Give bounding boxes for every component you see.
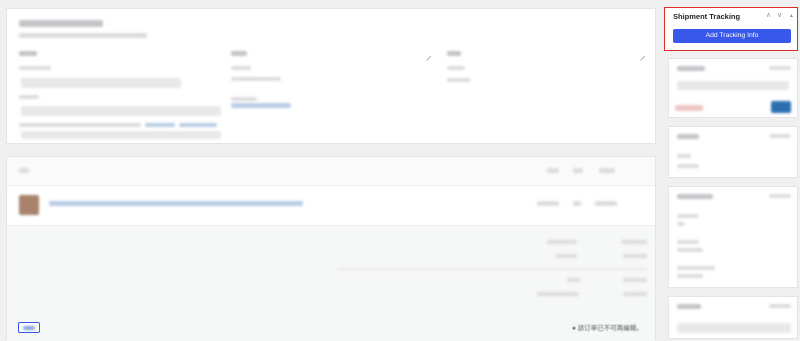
qty-column-header (573, 168, 583, 173)
product-thumbnail-icon (19, 195, 39, 215)
totals-divider (337, 268, 647, 270)
total-revenue-label (677, 240, 699, 244)
date-field[interactable] (21, 78, 181, 88)
box-controls[interactable] (769, 134, 791, 138)
billing-address-line1 (231, 66, 251, 70)
paid-value (623, 292, 647, 296)
view-orders-link[interactable] (179, 123, 217, 127)
order-title (19, 20, 103, 27)
customer-history-box (668, 186, 798, 288)
customer-select[interactable] (21, 131, 221, 139)
order-actions-heading (677, 66, 705, 71)
total-revenue-value (677, 248, 703, 252)
total-orders-label (677, 214, 699, 218)
order-notes-heading (677, 304, 701, 309)
total-column-header (599, 168, 615, 173)
product-qty (573, 201, 581, 206)
billing-email-label (231, 97, 257, 101)
item-column-header (19, 168, 29, 173)
order-meta (19, 33, 147, 38)
shipping-total-value (623, 254, 647, 258)
customer-profile-link[interactable] (145, 123, 175, 127)
billing-address-line2 (231, 77, 281, 81)
box-controls[interactable] (769, 194, 791, 198)
refund-button[interactable] (18, 322, 40, 333)
items-subtotal-label (547, 240, 577, 244)
shipping-total-label (555, 254, 577, 258)
average-order-label (677, 266, 715, 270)
shipping-address-line2 (447, 78, 471, 82)
average-order-value (677, 274, 703, 278)
add-tracking-info-button[interactable]: Add Tracking Info (673, 29, 791, 43)
items-header-row (7, 157, 655, 186)
order-actions-box (668, 58, 798, 118)
attribution-origin-label (677, 154, 691, 158)
shipment-tracking-box: Shipment Tracking ∧ ∨ ▲ Add Tracking Inf… (664, 7, 798, 51)
order-total-value (623, 278, 647, 282)
customer-history-heading (677, 194, 713, 199)
order-items-panel (6, 156, 656, 341)
order-note-item (677, 323, 791, 333)
order-action-select[interactable] (677, 81, 789, 90)
box-controls[interactable] (769, 304, 791, 308)
date-label (19, 66, 51, 70)
box-controls[interactable] (769, 66, 791, 70)
billing-email-link[interactable] (231, 103, 291, 108)
shipping-address-line1 (447, 66, 465, 70)
move-down-icon[interactable]: ∨ (777, 11, 782, 21)
status-label (19, 95, 39, 99)
paid-label (537, 292, 579, 296)
billing-heading (231, 51, 247, 56)
customer-label (19, 123, 141, 127)
product-total (595, 201, 617, 206)
items-subtotal-value (621, 240, 647, 244)
order-not-editable-note: ● 該订单已不可再编辑。 (572, 325, 643, 332)
shipment-tracking-title: Shipment Tracking (673, 12, 741, 21)
table-row (7, 187, 655, 223)
order-total-label (567, 278, 581, 282)
cost-column-header (547, 168, 559, 173)
product-name-link[interactable] (49, 201, 303, 206)
update-button[interactable] (771, 101, 791, 113)
general-heading (19, 51, 37, 56)
shipping-heading (447, 51, 461, 56)
status-select[interactable] (21, 106, 221, 116)
order-totals (7, 225, 655, 341)
total-orders-value (677, 222, 685, 226)
collapse-toggle-icon[interactable]: ▲ (789, 11, 794, 21)
pencil-icon[interactable] (425, 49, 433, 61)
attribution-origin-value (677, 164, 699, 168)
attribution-heading (677, 134, 699, 139)
order-attribution-box (668, 126, 798, 178)
order-notes-box (668, 296, 798, 339)
pencil-icon[interactable] (639, 49, 647, 61)
order-details-panel (6, 8, 656, 144)
move-up-icon[interactable]: ∧ (766, 11, 771, 21)
move-to-trash-link[interactable] (675, 105, 703, 111)
product-cost (537, 201, 559, 206)
